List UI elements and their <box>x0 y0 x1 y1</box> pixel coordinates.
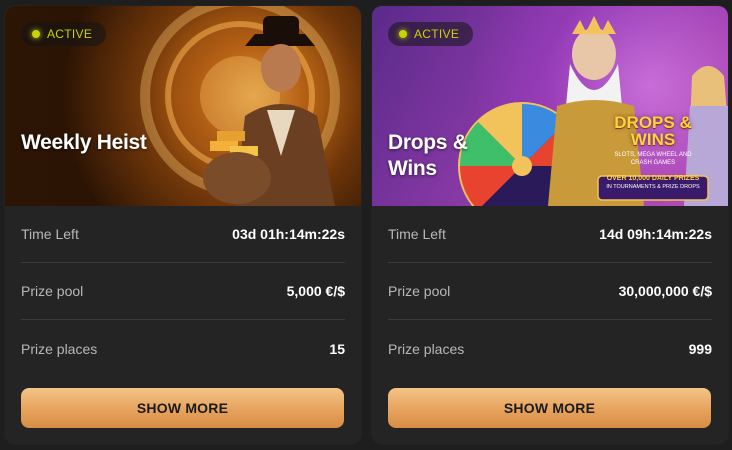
show-more-button[interactable]: SHOW MORE <box>388 388 711 428</box>
logo-title: DROPS & WINS <box>614 113 692 149</box>
status-dot-icon <box>399 30 407 38</box>
tournament-info: Time Left 03d 01h:14m:22s Prize pool 5,0… <box>5 206 361 377</box>
logo-subtitle: SLOTS, MEGA WHEEL AND CRASH GAMES <box>614 152 692 166</box>
prize-pool-value: 5,000 €/$ <box>286 283 345 299</box>
prize-places-value: 15 <box>329 340 345 357</box>
time-left-label: Time Left <box>388 226 446 242</box>
tournament-card-drops-and-wins[interactable]: DROPS & WINS SLOTS, MEGA WHEEL AND CRASH… <box>372 6 728 444</box>
time-left-row: Time Left 03d 01h:14m:22s <box>21 206 345 263</box>
drops-wins-logo: DROPS & WINS SLOTS, MEGA WHEEL AND CRASH… <box>594 114 712 191</box>
tournament-banner[interactable]: ACTIVE Weekly Heist <box>5 6 361 206</box>
logo-prize-text: OVER 10,000 DAILY PRIZES <box>606 175 700 182</box>
prize-pool-value: 30,000,000 €/$ <box>618 283 712 299</box>
tournament-banner[interactable]: DROPS & WINS SLOTS, MEGA WHEEL AND CRASH… <box>372 6 728 206</box>
prize-places-row: Prize places 15 <box>21 320 345 377</box>
status-text: ACTIVE <box>414 27 460 41</box>
tournament-title: Drops & Wins <box>388 131 468 180</box>
status-badge: ACTIVE <box>388 22 474 46</box>
tournament-info: Time Left 14d 09h:14m:22s Prize pool 30,… <box>372 206 728 377</box>
prize-places-row: Prize places 999 <box>388 320 712 377</box>
prize-pool-label: Prize pool <box>388 283 451 299</box>
prize-pool-label: Prize pool <box>21 283 84 299</box>
prize-places-label: Prize places <box>388 340 465 357</box>
time-left-value: 03d 01h:14m:22s <box>232 226 345 242</box>
prize-pool-row: Prize pool 5,000 €/$ <box>21 263 345 320</box>
prize-places-value: 999 <box>688 340 712 357</box>
tournament-card-weekly-heist[interactable]: ACTIVE Weekly Heist Time Left 03d 01h:14… <box>5 6 361 444</box>
status-text: ACTIVE <box>47 27 93 41</box>
time-left-value: 14d 09h:14m:22s <box>599 226 712 242</box>
prize-places-label: Prize places <box>21 340 98 357</box>
prize-pool-row: Prize pool 30,000,000 €/$ <box>388 263 712 320</box>
time-left-label: Time Left <box>21 226 79 242</box>
logo-prize-subtext: IN TOURNAMENTS & PRIZE DROPS <box>606 184 700 190</box>
time-left-row: Time Left 14d 09h:14m:22s <box>388 206 712 263</box>
status-dot-icon <box>32 30 40 38</box>
show-more-button[interactable]: SHOW MORE <box>21 388 344 428</box>
status-badge: ACTIVE <box>21 22 107 46</box>
tournament-title: Weekly Heist <box>21 131 147 154</box>
